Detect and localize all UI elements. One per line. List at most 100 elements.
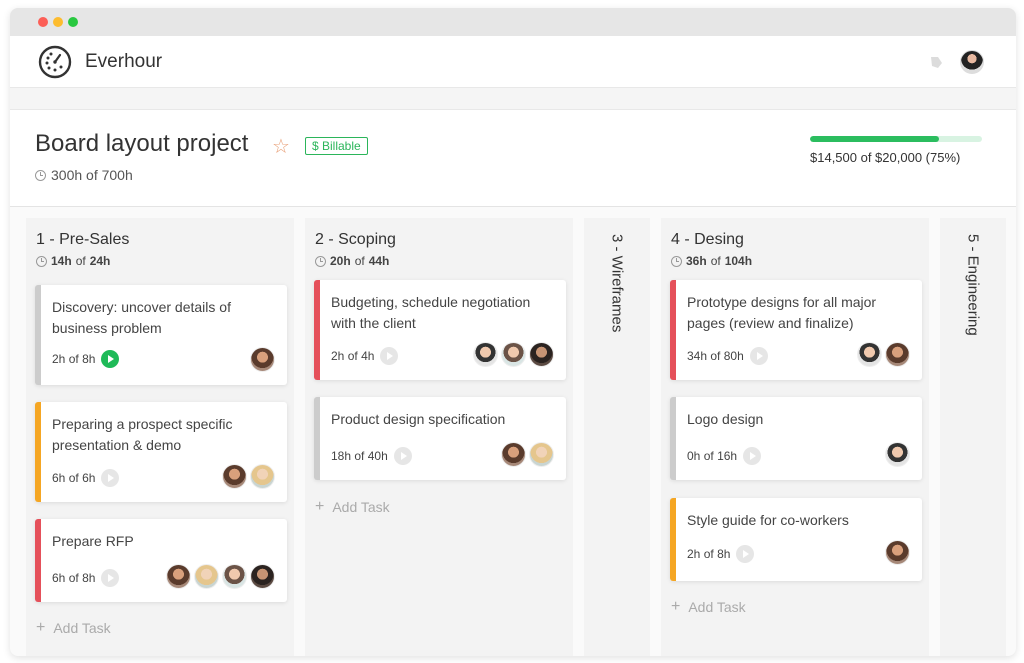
time-used: 2h	[687, 547, 701, 561]
column-hours: 20h of 44h	[315, 254, 389, 268]
assignees	[885, 442, 910, 467]
task-card[interactable]: Product design specification 18h of 40h	[314, 397, 566, 480]
task-time: 18h of 40h	[331, 447, 412, 465]
task-card[interactable]: Style guide for co-workers 2h of 8h	[670, 498, 922, 581]
task-title: Budgeting, schedule negotiation with the…	[331, 294, 531, 331]
play-timer-icon[interactable]	[380, 347, 399, 365]
clock-dial-icon[interactable]	[38, 45, 72, 79]
column-title[interactable]: 3 - Wireframes	[609, 234, 626, 332]
assignee-avatar[interactable]	[529, 342, 554, 367]
task-card[interactable]: Budgeting, schedule negotiation with the…	[314, 280, 566, 380]
task-time: 34h of 80h	[687, 347, 768, 365]
column-title[interactable]: 1 - Pre-Sales	[36, 231, 129, 249]
assignees	[473, 342, 554, 367]
assignee-avatar[interactable]	[473, 342, 498, 367]
time-used: 6h	[52, 471, 66, 485]
time-total: 8h	[82, 352, 96, 366]
play-timer-icon[interactable]	[393, 447, 412, 465]
time-total: 6h	[82, 471, 96, 485]
add-task-label: Add Task	[332, 499, 390, 515]
clock-icon	[35, 169, 46, 181]
project-hours: 300h of 700h	[35, 167, 133, 183]
task-title: Prototype designs for all major pages (r…	[687, 294, 877, 331]
assignees	[250, 347, 275, 372]
budget-progress-fill	[810, 136, 939, 142]
assignee-avatar[interactable]	[857, 342, 882, 367]
column-wireframes-collapsed[interactable]: 3 - Wireframes	[584, 218, 650, 656]
task-title: Preparing a prospect specific presentati…	[52, 416, 233, 453]
time-used: 0h	[687, 449, 701, 463]
assignee-avatar[interactable]	[166, 564, 191, 589]
billable-badge[interactable]: $ Billable	[305, 137, 368, 155]
play-timer-icon[interactable]	[101, 569, 120, 587]
kanban-board: 1 - Pre-Sales 14h of 24h Discovery: unco…	[10, 218, 1016, 656]
bell-icon[interactable]	[928, 54, 944, 70]
close-window-button[interactable]	[38, 17, 48, 27]
time-of: of	[68, 352, 79, 366]
assignee-avatar[interactable]	[501, 442, 526, 467]
play-timer-icon[interactable]	[736, 545, 755, 563]
play-timer-icon[interactable]	[749, 347, 768, 365]
assignee-avatar[interactable]	[885, 342, 910, 367]
add-task-button[interactable]: + Add Task	[36, 619, 111, 637]
hours-total: 24h	[89, 254, 111, 268]
assignee-avatar[interactable]	[529, 442, 554, 467]
assignee-avatar[interactable]	[501, 342, 526, 367]
hours-of: of	[354, 254, 365, 268]
play-timer-icon[interactable]	[101, 469, 120, 487]
column-engineering-collapsed[interactable]: 5 - Engineering	[940, 218, 1006, 656]
assignees	[885, 540, 910, 565]
assignee-avatar[interactable]	[250, 564, 275, 589]
play-timer-icon[interactable]	[743, 447, 762, 465]
time-used: 34h	[687, 349, 708, 363]
time-total: 8h	[717, 547, 731, 561]
time-of: of	[703, 449, 714, 463]
clock-icon	[36, 255, 47, 267]
time-total: 16h	[717, 449, 738, 463]
assignee-avatar[interactable]	[194, 564, 219, 589]
task-card[interactable]: Prototype designs for all major pages (r…	[670, 280, 922, 380]
time-of: of	[710, 349, 721, 363]
user-avatar[interactable]	[960, 50, 984, 74]
task-card[interactable]: Discovery: uncover details of business p…	[35, 285, 287, 385]
task-time: 6h of 6h	[52, 469, 120, 487]
assignees	[501, 442, 554, 467]
time-used: 2h	[331, 349, 345, 363]
time-total: 80h	[723, 349, 744, 363]
add-task-button[interactable]: + Add Task	[671, 598, 746, 616]
column-title[interactable]: 5 - Engineering	[965, 234, 982, 336]
task-title: Prepare RFP	[52, 533, 134, 549]
assignee-avatar[interactable]	[885, 442, 910, 467]
budget-progress-bar	[810, 136, 982, 142]
time-used: 6h	[52, 571, 66, 585]
maximize-window-button[interactable]	[68, 17, 78, 27]
time-used: 2h	[52, 352, 66, 366]
task-card[interactable]: Logo design 0h of 16h	[670, 397, 922, 480]
assignee-avatar[interactable]	[250, 464, 275, 489]
assignee-avatar[interactable]	[222, 564, 247, 589]
star-icon[interactable]: ☆	[272, 134, 290, 159]
task-title: Logo design	[687, 411, 764, 427]
budget-text: $14,500 of $20,000 (75%)	[810, 150, 961, 165]
hours-used: 14h	[51, 254, 72, 268]
minimize-window-button[interactable]	[53, 17, 63, 27]
column-title[interactable]: 2 - Scoping	[315, 231, 396, 249]
add-task-button[interactable]: + Add Task	[315, 498, 390, 516]
time-total: 8h	[82, 571, 96, 585]
hours-of: of	[75, 254, 86, 268]
assignee-avatar[interactable]	[222, 464, 247, 489]
hours-used: 36h	[686, 254, 707, 268]
assignees	[857, 342, 910, 367]
assignee-avatar[interactable]	[885, 540, 910, 565]
task-title: Discovery: uncover details of business p…	[52, 299, 231, 336]
play-timer-icon[interactable]	[101, 350, 120, 368]
task-card[interactable]: Preparing a prospect specific presentati…	[35, 402, 287, 502]
add-task-label: Add Task	[53, 620, 111, 636]
clock-icon	[671, 255, 682, 267]
assignee-avatar[interactable]	[250, 347, 275, 372]
time-of: of	[68, 571, 79, 585]
column-title[interactable]: 4 - Desing	[671, 231, 744, 249]
task-card[interactable]: Prepare RFP 6h of 8h	[35, 519, 287, 602]
sub-toolbar	[10, 88, 1016, 110]
time-of: of	[703, 547, 714, 561]
